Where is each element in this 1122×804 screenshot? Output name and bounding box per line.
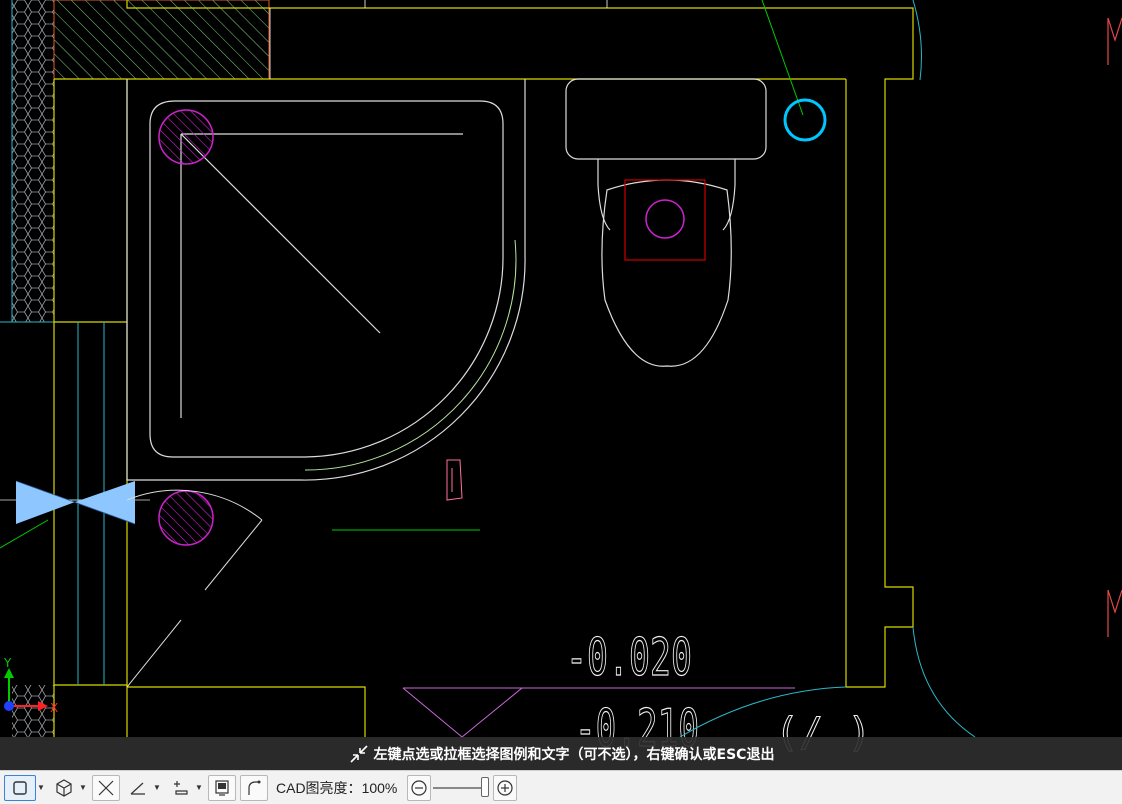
marker-circle — [783, 98, 827, 142]
arc-icon — [244, 778, 264, 798]
angle-dropdown[interactable]: ▼ — [152, 775, 162, 801]
wall-hatch-block — [53, 0, 270, 80]
dimension-button[interactable] — [166, 775, 194, 801]
layer-icon — [212, 778, 232, 798]
insulation-hatch-bottom — [12, 685, 54, 737]
bottom-toolbar: ▼ ▼ ▼ ▼ CAD图亮度： 100% — [0, 770, 1122, 804]
insulation-hatch — [12, 0, 54, 322]
cad-drawing: -0.020 -0.210 (/ ) Y X — [0, 0, 1122, 760]
select-rect-button[interactable] — [4, 774, 36, 801]
brightness-slider-thumb[interactable] — [481, 776, 490, 797]
brightness-value: 100% — [361, 779, 398, 796]
elevation-main-text: -0.020 — [566, 628, 692, 688]
arc-button[interactable] — [240, 774, 268, 801]
box-3d-dropdown[interactable]: ▼ — [78, 775, 88, 801]
box-3d-button[interactable] — [50, 775, 78, 801]
angle-button[interactable] — [124, 775, 152, 801]
floor-drain-2 — [158, 490, 214, 546]
axis-y-label: Y — [3, 656, 12, 670]
cross-line-button[interactable] — [92, 774, 120, 801]
select-rect-icon — [11, 779, 29, 797]
layer-button[interactable] — [208, 774, 236, 801]
minus-circle-icon — [410, 779, 428, 797]
zoom-out-button[interactable] — [407, 774, 432, 801]
brightness-label: CAD图亮度： — [276, 779, 362, 796]
hint-text: 左键点选或拉框选择图例和文字（可不选），右键确认或ESC退出 — [373, 746, 775, 763]
command-hint-bar: 左键点选或拉框选择图例和文字（可不选），右键确认或ESC退出 — [0, 737, 1122, 770]
cad-canvas[interactable]: -0.020 -0.210 (/ ) Y X — [0, 0, 1122, 770]
axis-x-label: X — [50, 701, 58, 715]
valve-symbol — [15, 480, 136, 525]
dimension-icon — [170, 778, 190, 798]
zoom-in-button[interactable] — [493, 774, 518, 801]
shrink-arrows-icon — [348, 743, 370, 765]
plus-circle-icon — [496, 779, 514, 797]
box-3d-icon — [54, 778, 74, 798]
cross-line-icon — [96, 778, 116, 798]
dimension-dropdown[interactable]: ▼ — [194, 775, 204, 801]
brightness-slider[interactable] — [433, 776, 490, 797]
angle-icon — [128, 778, 148, 798]
floor-drain-1 — [158, 109, 214, 165]
select-rect-dropdown[interactable]: ▼ — [36, 775, 46, 801]
toilet — [565, 78, 767, 367]
